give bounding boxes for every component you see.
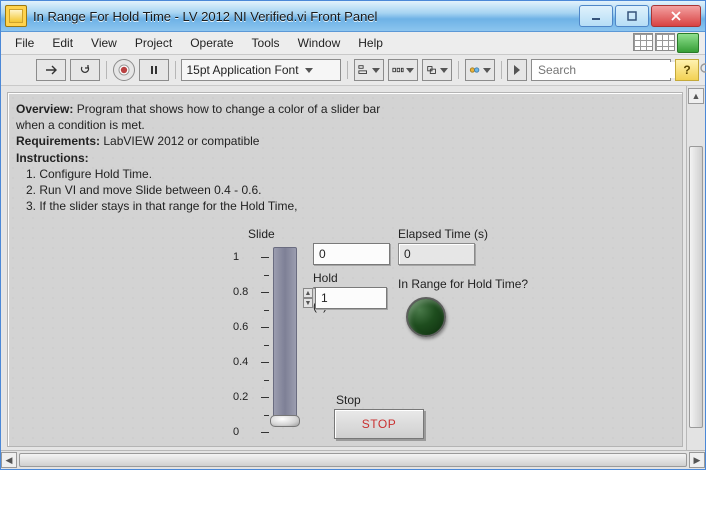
tick-label: 0.8 — [233, 286, 248, 298]
font-label: 15pt Application Font — [186, 63, 298, 77]
chevron-down-icon — [372, 68, 380, 73]
chevron-down-icon — [406, 68, 414, 73]
instructions-label: Instructions: — [16, 151, 89, 165]
instruction-2: 2. Run VI and move Slide between 0.4 - 0… — [16, 182, 482, 198]
scroll-left-icon[interactable]: ◀ — [1, 452, 17, 468]
scroll-thumb[interactable] — [689, 146, 703, 428]
resize-objects-button[interactable] — [422, 59, 452, 81]
search-icon — [699, 62, 706, 79]
overview-text-2: when a condition is met. — [16, 117, 482, 133]
requirements-label: Requirements: — [16, 134, 100, 148]
overview-text: Program that shows how to change a color… — [77, 102, 381, 116]
hold-time-value: 1 — [321, 291, 328, 305]
toolbar-divider — [347, 61, 348, 79]
menu-view[interactable]: View — [83, 34, 125, 52]
stop-button[interactable]: STOP — [334, 409, 424, 439]
overview-label: Overview: — [16, 102, 73, 116]
chevron-down-icon — [483, 68, 491, 73]
pause-button[interactable] — [139, 59, 169, 81]
hold-time-field[interactable]: 1 — [315, 287, 387, 309]
toolbar-divider — [106, 61, 107, 79]
vi-icon[interactable] — [677, 33, 699, 53]
hold-time-spinner[interactable]: ▲ ▼ — [303, 288, 313, 308]
scroll-thumb[interactable] — [19, 453, 687, 467]
elapsed-time-value: 0 — [404, 247, 411, 261]
titlebar[interactable]: In Range For Hold Time - LV 2012 NI Veri… — [1, 1, 705, 32]
in-range-led — [406, 297, 446, 337]
menu-file[interactable]: File — [7, 34, 42, 52]
toolbar-divider — [175, 61, 176, 79]
spin-down-icon[interactable]: ▼ — [303, 298, 313, 308]
stop-button-label: STOP — [362, 417, 396, 431]
slide-value-field[interactable]: 0 — [313, 243, 390, 265]
context-help-button[interactable]: ? — [675, 59, 699, 81]
in-range-label: In Range for Hold Time? — [398, 277, 528, 291]
slide-label: Slide — [248, 227, 275, 241]
enter-text-button[interactable] — [507, 59, 527, 81]
menu-operate[interactable]: Operate — [182, 34, 241, 52]
search-input[interactable] — [536, 62, 695, 78]
font-dropdown[interactable]: 15pt Application Font — [181, 59, 341, 81]
panel-area: Overview: Program that shows how to chan… — [1, 86, 705, 469]
tick-label: 0.4 — [233, 356, 248, 368]
run-button[interactable] — [36, 59, 66, 81]
front-panel[interactable]: Overview: Program that shows how to chan… — [7, 92, 683, 447]
menu-tools[interactable]: Tools — [244, 34, 288, 52]
toolbar: 15pt Application Font — [1, 55, 705, 86]
slide-value: 0 — [319, 247, 326, 261]
slide-scale: 1 0.8 0.6 0.4 0.2 0 — [233, 243, 273, 423]
horizontal-scrollbar[interactable]: ◀ ▶ — [1, 450, 705, 469]
chevron-down-icon — [440, 68, 448, 73]
description-block: Overview: Program that shows how to chan… — [16, 101, 482, 214]
requirements-text: LabVIEW 2012 or compatible — [103, 134, 259, 148]
elapsed-time-indicator: 0 — [398, 243, 475, 265]
tick-label: 0.6 — [233, 321, 248, 333]
labview-icon — [5, 5, 27, 27]
scroll-right-icon[interactable]: ▶ — [689, 452, 705, 468]
distribute-objects-button[interactable] — [388, 59, 418, 81]
run-continuously-button[interactable] — [70, 59, 100, 81]
app-window: In Range For Hold Time - LV 2012 NI Veri… — [0, 0, 706, 470]
menu-edit[interactable]: Edit — [44, 34, 81, 52]
hold-time-control: ▲ ▼ 1 — [303, 287, 387, 309]
slide-thumb[interactable] — [270, 415, 300, 427]
pane-layout-icon[interactable] — [633, 33, 653, 51]
menubar: File Edit View Project Operate Tools Win… — [1, 32, 705, 55]
spin-up-icon[interactable]: ▲ — [303, 288, 313, 298]
vertical-scrollbar[interactable]: ▲ — [686, 86, 705, 451]
menu-window[interactable]: Window — [290, 34, 349, 52]
tick-label: 1 — [233, 251, 239, 263]
minimize-button[interactable] — [579, 5, 613, 27]
instruction-3: 3. If the slider stays in that range for… — [16, 198, 482, 214]
scroll-up-icon[interactable]: ▲ — [688, 88, 704, 104]
window-buttons — [579, 5, 701, 27]
toolbar-divider — [458, 61, 459, 79]
stop-caption: Stop — [336, 393, 361, 407]
toolbar-divider — [501, 61, 502, 79]
window-title: In Range For Hold Time - LV 2012 NI Veri… — [33, 9, 573, 24]
chevron-down-icon — [305, 68, 313, 73]
tick-label: 0 — [233, 426, 239, 438]
abort-button[interactable] — [113, 59, 135, 81]
search-box[interactable] — [531, 59, 671, 81]
elapsed-time-label: Elapsed Time (s) — [398, 227, 488, 241]
close-button[interactable] — [651, 5, 701, 27]
tick-label: 0.2 — [233, 391, 248, 403]
pane-layout-icon-2[interactable] — [655, 33, 675, 51]
slide-track[interactable] — [273, 247, 297, 425]
reorder-button[interactable] — [465, 59, 495, 81]
maximize-button[interactable] — [615, 5, 649, 27]
menu-project[interactable]: Project — [127, 34, 180, 52]
menu-help[interactable]: Help — [350, 34, 391, 52]
align-objects-button[interactable] — [354, 59, 384, 81]
instruction-1: 1. Configure Hold Time. — [16, 166, 482, 182]
